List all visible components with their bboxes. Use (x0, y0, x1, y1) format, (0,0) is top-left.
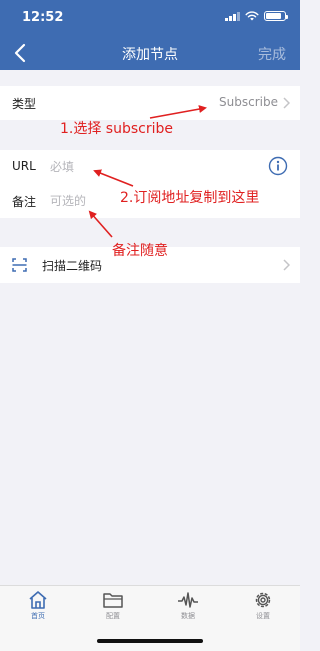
wifi-icon (245, 11, 259, 21)
home-icon (29, 591, 47, 609)
type-value: Subscribe (219, 95, 278, 109)
tab-settings[interactable]: 设置 (243, 590, 283, 621)
nav-bar: 添加节点 完成 (0, 36, 300, 70)
gear-icon (255, 592, 271, 608)
url-input[interactable] (50, 158, 250, 176)
annotation-step3: 备注随意 (112, 243, 168, 259)
scan-qr-icon (12, 258, 27, 272)
type-group: 类型 Subscribe (0, 86, 300, 120)
folder-icon (103, 593, 123, 608)
home-indicator[interactable] (97, 639, 203, 643)
tab-config[interactable]: 配置 (93, 590, 133, 621)
annotation-step1: 1.选择 subscribe (60, 121, 173, 137)
tab-data[interactable]: 数据 (168, 590, 208, 621)
remark-label: 备注 (12, 195, 37, 209)
info-icon[interactable] (268, 156, 288, 176)
cellular-signal-icon (225, 11, 240, 21)
tab-label: 设置 (256, 612, 270, 620)
annotation-step2: 2.订阅地址复制到这里 (120, 190, 260, 206)
page-title: 添加节点 (122, 47, 178, 63)
url-row: URL (0, 150, 300, 184)
status-icons (225, 11, 288, 21)
done-button[interactable]: 完成 (258, 44, 286, 64)
tab-label: 数据 (181, 612, 195, 620)
status-bar: 12:52 (0, 0, 300, 36)
url-group: URL 备注 (0, 150, 300, 218)
tab-home[interactable]: 首页 (18, 590, 58, 621)
status-time: 12:52 (22, 10, 64, 25)
url-label: URL (12, 159, 36, 173)
type-label: 类型 (12, 97, 37, 111)
tab-label: 配置 (106, 612, 120, 620)
waveform-icon (178, 592, 198, 608)
tab-label: 首页 (31, 612, 45, 620)
scan-qr-label: 扫描二维码 (42, 259, 103, 273)
battery-icon (264, 11, 288, 21)
chevron-right-icon (283, 97, 290, 109)
type-row[interactable]: 类型 Subscribe (0, 86, 300, 120)
chevron-right-icon (283, 259, 290, 271)
